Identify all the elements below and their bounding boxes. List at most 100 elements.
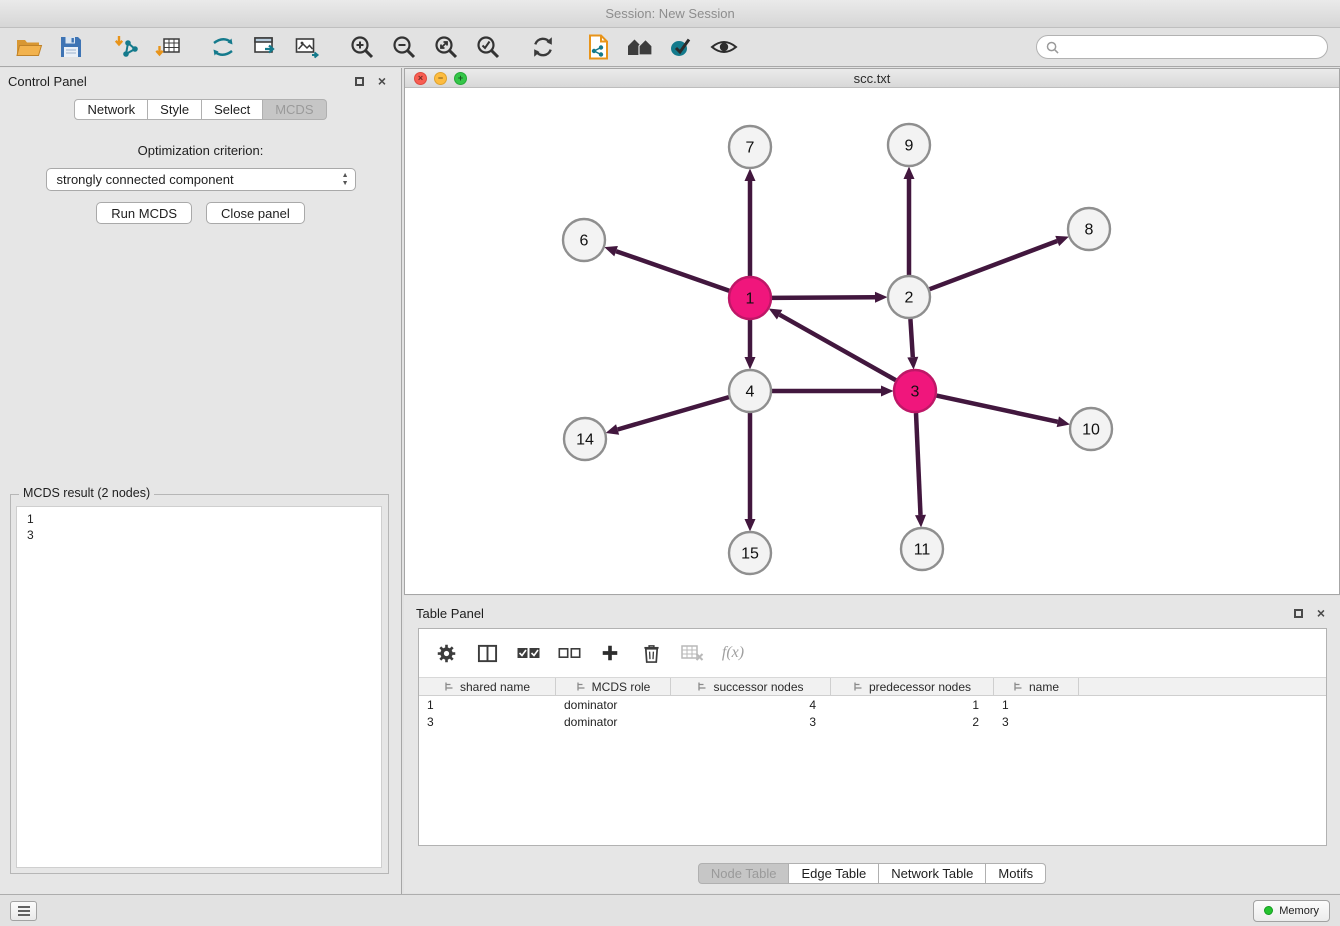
merge-networks-icon[interactable]	[202, 30, 244, 64]
import-network-icon[interactable]	[105, 30, 147, 64]
network-view-window: ×−+ scc.txt 7968124314101511	[404, 68, 1340, 595]
zoom-selected-icon[interactable]	[467, 30, 509, 64]
tab-edge-table[interactable]: Edge Table	[789, 863, 879, 884]
network-graph[interactable]: 7968124314101511	[405, 88, 1339, 594]
node-label-2: 2	[905, 290, 914, 307]
float-control-panel-button[interactable]	[352, 74, 366, 88]
graph-edge-2-8[interactable]	[930, 241, 1058, 289]
graph-edge-3-11[interactable]	[916, 413, 921, 515]
tab-select[interactable]: Select	[202, 99, 263, 120]
node-label-1: 1	[746, 291, 755, 308]
tab-network-table[interactable]: Network Table	[879, 863, 986, 884]
main-toolbar	[0, 28, 1340, 67]
list-icon	[17, 905, 31, 917]
node-label-10: 10	[1082, 422, 1100, 439]
tab-style[interactable]: Style	[148, 99, 202, 120]
mcds-result-list[interactable]: 13	[16, 506, 382, 868]
control-panel-tabs: NetworkStyleSelectMCDS	[0, 99, 401, 120]
save-icon[interactable]	[50, 30, 92, 64]
table-row[interactable]: 3dominator323	[419, 713, 1326, 730]
zoom-in-icon[interactable]	[341, 30, 383, 64]
mcds-result-box: MCDS result (2 nodes) 13	[10, 494, 389, 874]
add-row-icon[interactable]	[596, 639, 624, 667]
table-row[interactable]: 1dominator411	[419, 696, 1326, 713]
column-header-successor-nodes[interactable]: successor nodes	[671, 678, 831, 695]
table-toolbar: f(x)	[419, 629, 1326, 677]
float-table-panel-button[interactable]	[1291, 606, 1305, 620]
column-header-shared-name[interactable]: shared name	[419, 678, 556, 695]
mcds-buttons-row: Run MCDS Close panel	[0, 202, 401, 224]
node-label-7: 7	[746, 140, 755, 157]
cell-MCDS-role: dominator	[556, 715, 671, 729]
graph-edge-1-6[interactable]	[616, 251, 729, 291]
zoom-window-button[interactable]: +	[454, 72, 467, 85]
table-settings-gear-icon[interactable]	[432, 639, 460, 667]
export-network-icon[interactable]	[244, 30, 286, 64]
table-panel-tabs: Node TableEdge TableNetwork TableMotifs	[404, 863, 1340, 884]
window-controls: ×−+	[414, 72, 467, 85]
float-window-icon	[1294, 609, 1303, 618]
memory-button[interactable]: Memory	[1253, 900, 1330, 922]
zoom-out-icon[interactable]	[383, 30, 425, 64]
node-label-15: 15	[741, 546, 759, 563]
task-history-button[interactable]	[10, 901, 37, 921]
cell-shared-name: 3	[419, 715, 556, 729]
cell-name: 3	[994, 715, 1079, 729]
select-all-rows-icon[interactable]	[514, 639, 542, 667]
zoom-fit-icon[interactable]	[425, 30, 467, 64]
control-panel-header: Control Panel ×	[0, 68, 401, 94]
search-input[interactable]	[1065, 40, 1318, 54]
memory-status-icon	[1264, 906, 1273, 915]
graph-edge-1-2[interactable]	[772, 297, 875, 298]
delete-row-trash-icon[interactable]	[637, 639, 665, 667]
node-label-11: 11	[914, 542, 931, 559]
tab-node-table[interactable]: Node Table	[698, 863, 790, 884]
apply-style-icon[interactable]	[661, 30, 703, 64]
show-columns-icon[interactable]	[473, 639, 501, 667]
close-table-panel-button[interactable]: ×	[1314, 606, 1328, 620]
float-window-icon	[355, 77, 364, 86]
graph-edge-2-3[interactable]	[910, 319, 912, 357]
dropdown-stepper-icon: ▲▼	[342, 172, 349, 188]
close-control-panel-button[interactable]: ×	[375, 74, 389, 88]
cell-name: 1	[994, 698, 1079, 712]
share-document-icon[interactable]	[577, 30, 619, 64]
minimize-window-button[interactable]: −	[434, 72, 447, 85]
control-panel: Control Panel × NetworkStyleSelectMCDS O…	[0, 68, 402, 894]
show-hide-graphics-icon[interactable]	[703, 30, 745, 64]
graph-edge-3-10[interactable]	[937, 396, 1058, 422]
graph-edge-3-1[interactable]	[780, 315, 896, 381]
table-header-row: shared nameMCDS rolesuccessor nodesprede…	[419, 677, 1326, 696]
first-neighbors-icon[interactable]	[619, 30, 661, 64]
close-window-button[interactable]: ×	[414, 72, 427, 85]
node-table: f(x) shared nameMCDS rolesuccessor nodes…	[418, 628, 1327, 846]
column-header-predecessor-nodes[interactable]: predecessor nodes	[831, 678, 994, 695]
function-builder-icon[interactable]: f(x)	[719, 639, 747, 667]
tab-mcds[interactable]: MCDS	[263, 99, 326, 120]
tab-motifs[interactable]: Motifs	[986, 863, 1046, 884]
search-box[interactable]	[1036, 35, 1328, 59]
cell-shared-name: 1	[419, 698, 556, 712]
network-window-title: scc.txt	[854, 71, 891, 86]
node-label-3: 3	[911, 384, 920, 401]
import-table-icon[interactable]	[147, 30, 189, 64]
graph-edge-4-14[interactable]	[618, 397, 729, 429]
network-window-titlebar[interactable]: ×−+ scc.txt	[405, 69, 1339, 88]
refresh-icon[interactable]	[522, 30, 564, 64]
column-header-name[interactable]: name	[994, 678, 1079, 695]
criterion-dropdown[interactable]: strongly connected component ▲▼	[46, 168, 356, 191]
delete-table-icon[interactable]	[678, 639, 706, 667]
export-image-icon[interactable]	[286, 30, 328, 64]
control-panel-title: Control Panel	[8, 74, 87, 89]
run-mcds-button[interactable]: Run MCDS	[96, 202, 192, 224]
node-label-6: 6	[580, 233, 589, 250]
column-header-MCDS-role[interactable]: MCDS role	[556, 678, 671, 695]
app-titlebar: Session: New Session	[0, 0, 1340, 28]
unselect-all-rows-icon[interactable]	[555, 639, 583, 667]
close-panel-button[interactable]: Close panel	[206, 202, 305, 224]
node-label-8: 8	[1085, 222, 1094, 239]
tab-network[interactable]: Network	[74, 99, 148, 120]
table-body: 1dominator4113dominator323	[419, 696, 1326, 730]
open-folder-icon[interactable]	[8, 30, 50, 64]
table-panel-header: Table Panel ×	[404, 596, 1340, 622]
